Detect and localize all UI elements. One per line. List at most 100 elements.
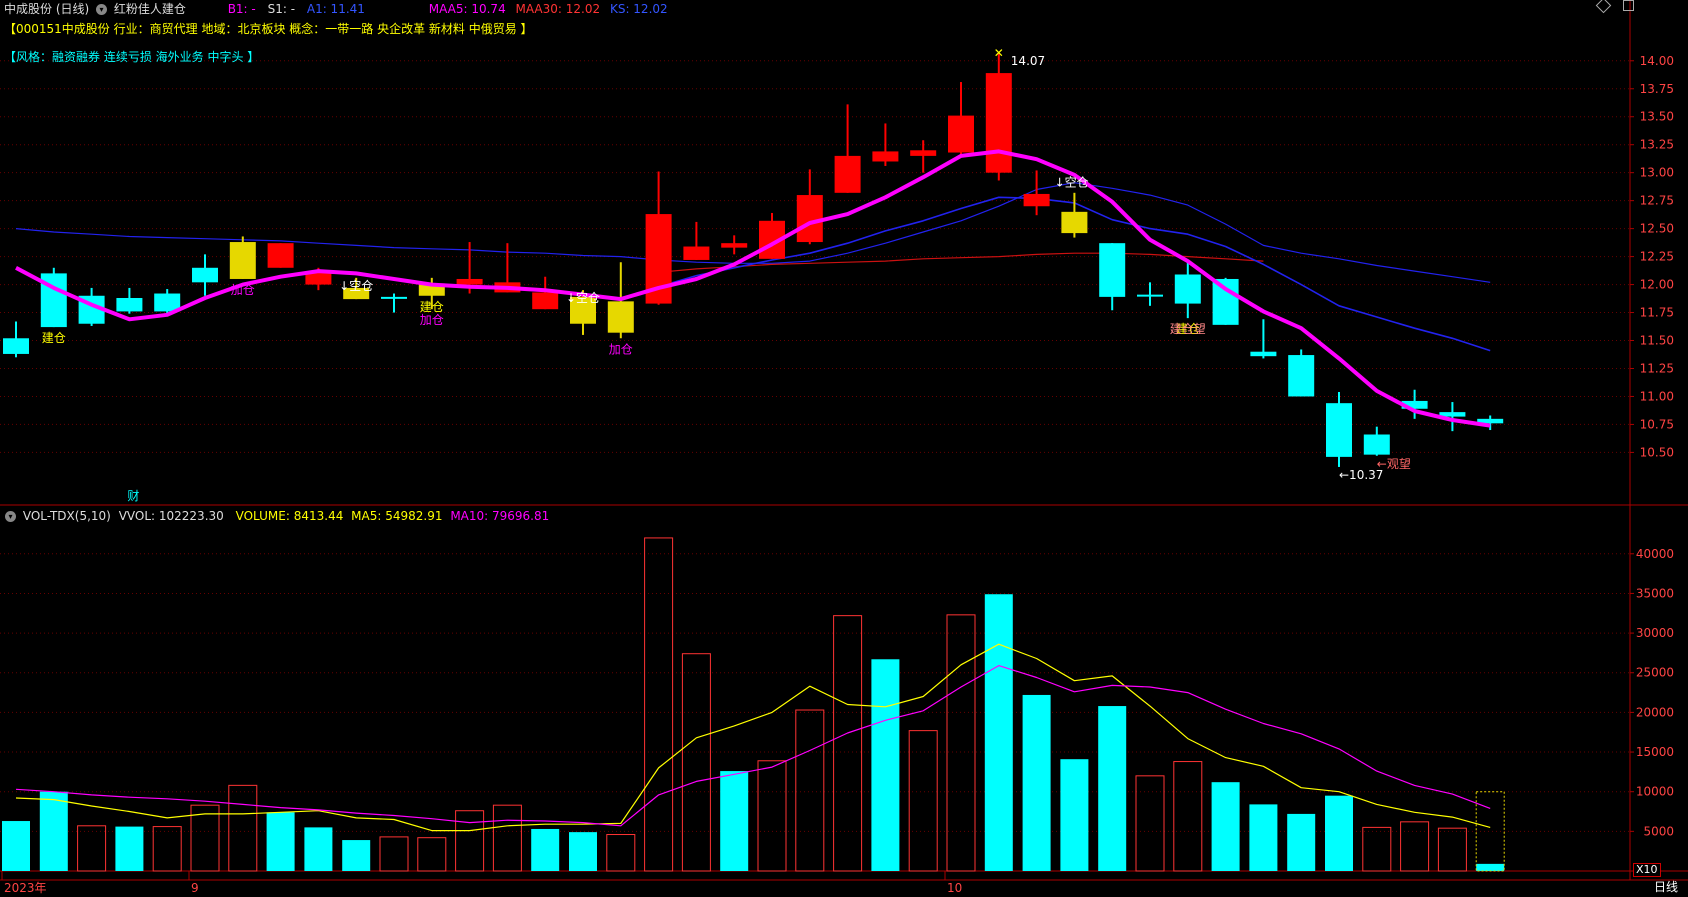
- candle-body: [1174, 274, 1201, 304]
- volume-ma5-line: [15, 643, 1491, 832]
- volume-bar: [1400, 821, 1430, 872]
- volume-bar: [77, 825, 107, 872]
- signal-annotation: ↓空仓: [566, 291, 600, 305]
- dropdown-icon[interactable]: ▾: [96, 4, 108, 15]
- volume-bar: [1135, 775, 1165, 872]
- volume-bar: [1476, 863, 1505, 871]
- signal-annotation: 加仓: [420, 313, 444, 327]
- period-label[interactable]: 日线: [1654, 878, 1678, 895]
- candle-body: [1061, 211, 1088, 234]
- volume-bar: [1060, 759, 1089, 871]
- a1-value: A1: 11.41: [306, 2, 365, 16]
- volume-bar: [152, 826, 182, 872]
- candle-body: [721, 243, 748, 248]
- volume-bar: [1211, 782, 1240, 871]
- volume-tick-label: 40000: [1636, 547, 1674, 561]
- b1-value: B1: -: [227, 2, 256, 16]
- candle-body: [910, 150, 937, 156]
- candle-body: [985, 73, 1012, 173]
- zoom-badge[interactable]: X10: [1633, 863, 1661, 877]
- candle-body: [872, 151, 899, 162]
- volume-bar: [531, 828, 560, 871]
- volume-bar: [946, 614, 976, 872]
- price-tick-label: 11.75: [1640, 306, 1674, 320]
- signal-annotation: 加仓: [609, 342, 633, 356]
- volume-bar: [1173, 761, 1203, 872]
- volume-ma10-line: [15, 665, 1491, 827]
- peak-marker: ✕: [994, 46, 1004, 60]
- vvol-value: VVOL: 102223.30: [118, 509, 224, 523]
- candle-body: [1326, 403, 1352, 457]
- maa5-value: MAA5: 10.74: [428, 2, 506, 16]
- volume-indicator-name[interactable]: VOL-TDX(5,10): [23, 509, 111, 523]
- s1-value: S1: -: [267, 2, 296, 16]
- price-tick-label: 11.00: [1640, 389, 1674, 403]
- volume-bar: [266, 812, 295, 871]
- signal-annotation: 建仓: [42, 331, 66, 345]
- volume-tick-label: 10000: [1636, 785, 1674, 799]
- maa30-value: MAA30: 12.02: [515, 2, 601, 16]
- candle-body: [948, 115, 974, 153]
- candle-body: [1023, 193, 1050, 207]
- volume-bar: [1249, 804, 1278, 871]
- x-axis-label: 2023年: [4, 881, 47, 895]
- price-tick-label: 12.50: [1640, 222, 1674, 236]
- volume-bar: [681, 653, 711, 872]
- price-tick-label: 14.00: [1640, 54, 1674, 68]
- expand-icon[interactable]: [1595, 0, 1612, 14]
- finance-marker: 财: [127, 489, 139, 503]
- restore-icon[interactable]: [1622, 0, 1634, 11]
- stock-info-line1: 【000151中成股份 行业：商贸代理 地域：北京板块 概念：一带一路 央企改革…: [4, 22, 533, 36]
- indicator-name[interactable]: 红粉佳人建仓: [114, 2, 186, 16]
- signal-annotation: ↓空仓: [339, 279, 373, 293]
- signal-annotation: 建仓: [420, 300, 444, 314]
- volume-bar: [984, 594, 1013, 871]
- ks-value: KS: 12.02: [609, 2, 668, 16]
- signal-annotation: 14.07: [1011, 54, 1045, 68]
- volume-tick-label: 5000: [1643, 824, 1674, 838]
- volume-bar: [228, 784, 258, 872]
- volume-bar: [342, 840, 371, 871]
- volume-bar: [720, 771, 749, 871]
- signal-annotation: 加仓: [231, 283, 255, 297]
- dropdown-icon[interactable]: ▾: [5, 511, 16, 522]
- candle-body: [1288, 355, 1315, 397]
- candle-body: [192, 267, 218, 283]
- x-axis-label: 10: [947, 881, 962, 895]
- volume-bar: [417, 837, 447, 872]
- price-tick-label: 10.50: [1640, 445, 1674, 459]
- volume-bar: [1022, 694, 1051, 871]
- volume-bar: [871, 659, 900, 871]
- signal-annotation: ↓空仓: [1055, 175, 1089, 189]
- volume-ma10-value: MA10: 79696.81: [450, 509, 550, 523]
- volume-tick-label: 15000: [1636, 745, 1674, 759]
- candle-body: [1212, 278, 1239, 325]
- volume-header: ▾ VOL-TDX(5,10) VVOL: 102223.30 VOLUME: …: [2, 507, 549, 525]
- price-tick-label: 11.50: [1640, 334, 1674, 348]
- price-tick-label: 12.75: [1640, 194, 1674, 208]
- volume-tick-label: 35000: [1636, 586, 1674, 600]
- volume-bar: [1362, 826, 1392, 872]
- price-tick-label: 11.25: [1640, 361, 1674, 375]
- volume-bar: [39, 791, 68, 871]
- volume-bar: [115, 826, 144, 871]
- candle-body: [607, 301, 634, 333]
- volume-bar: [492, 804, 522, 872]
- window-controls: [1595, 0, 1634, 14]
- candle-body: [267, 243, 294, 268]
- volume-bar: [606, 834, 636, 872]
- candle-body: [116, 297, 143, 312]
- price-tick-label: 13.75: [1640, 82, 1674, 96]
- price-tick-label: 13.50: [1640, 110, 1674, 124]
- price-tick-label: 13.25: [1640, 138, 1674, 152]
- volume-bar: [2, 821, 30, 871]
- candle-body: [834, 155, 861, 193]
- chart-canvas[interactable]: 10.50 10.75 11.00 11.25 11.50 11.75 12.00 12.25…: [0, 0, 1688, 897]
- stock-info-line2: 【风格：融资融券 连续亏损 海外业务 中字头 】: [4, 50, 260, 64]
- volume-bar: [569, 832, 597, 871]
- signal-annotation: ←观望: [1377, 457, 1411, 471]
- volume-bar: [379, 836, 409, 872]
- price-tick-label: 12.25: [1640, 250, 1674, 264]
- candle-body: [796, 195, 823, 243]
- signal-annotation: 建仓望: [1170, 322, 1206, 336]
